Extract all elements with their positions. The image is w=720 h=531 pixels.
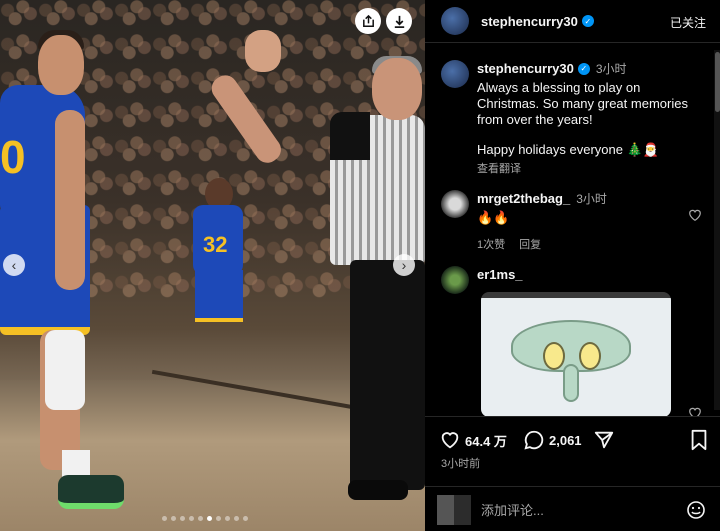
post-side-panel: stephencurry30 ✓ 已关注 stephencurry30 ✓ 3小时 …: [425, 0, 720, 531]
verified-badge-icon: ✓: [581, 15, 594, 27]
carousel-dot: [171, 516, 176, 521]
chevron-left-icon: ‹: [11, 257, 17, 273]
comment-button[interactable]: 2,061: [523, 429, 582, 451]
player-knee-sleeve: [45, 330, 85, 410]
carousel-dot: [243, 516, 248, 521]
carousel-dot: [216, 516, 221, 521]
background-player-number: 32: [203, 232, 228, 257]
background-player-shorts: [195, 270, 243, 322]
comment-username[interactable]: er1ms_: [477, 267, 523, 282]
share-icon: [362, 14, 374, 27]
comment-body: mrget2thebag_ 3小时 🔥🔥 1次赞 回复: [477, 190, 702, 252]
comments-count: 2,061: [549, 432, 582, 448]
comment-icon: [524, 430, 544, 450]
referee-hand: [245, 30, 281, 72]
author-avatar[interactable]: [441, 7, 469, 35]
post-actions: 64.4 万 2,061 3小时前: [425, 416, 720, 486]
verified-badge-icon: ✓: [577, 62, 590, 75]
comments-scroll-thumb[interactable]: [715, 52, 720, 112]
next-photo-button[interactable]: ›: [393, 254, 415, 276]
player-head: [38, 35, 84, 95]
share-post-button[interactable]: [593, 429, 615, 451]
emoji-button[interactable]: [686, 500, 706, 520]
player-arm: [55, 110, 85, 290]
author-username[interactable]: stephencurry30: [481, 14, 578, 29]
post-caption: stephencurry30 ✓ 3小时 Always a blessing to …: [441, 60, 702, 176]
following-button[interactable]: 已关注: [670, 14, 706, 31]
commenter-avatar[interactable]: [441, 266, 469, 294]
comment-likes[interactable]: 1次赞: [477, 236, 505, 252]
emoji-icon: [687, 501, 705, 519]
referee-shoulder: [330, 112, 370, 160]
current-user-avatar: [437, 495, 471, 525]
add-comment-input[interactable]: [481, 500, 671, 520]
comment-item: er1ms_: [441, 266, 702, 294]
comment-username[interactable]: mrget2thebag_: [477, 191, 570, 206]
carousel-dot: [225, 516, 230, 521]
comment-text: 🔥🔥: [477, 210, 510, 225]
caption-username[interactable]: stephencurry30: [477, 61, 574, 76]
prev-photo-button[interactable]: ‹: [3, 254, 25, 276]
send-icon: [594, 431, 614, 449]
author-avatar[interactable]: [441, 60, 469, 88]
carousel-dot: [234, 516, 239, 521]
likes-count: 64.4 万: [465, 433, 507, 449]
carousel-dots: [162, 516, 248, 521]
comments-list[interactable]: stephencurry30 ✓ 3小时 Always a blessing to …: [425, 44, 720, 416]
posted-time: 3小时前: [441, 458, 481, 470]
bookmark-icon: [691, 429, 707, 451]
comment-time: 3小时: [576, 192, 607, 206]
share-button[interactable]: [355, 8, 381, 34]
player-number: 0: [0, 131, 26, 183]
comment-body: er1ms_: [477, 266, 702, 294]
sticker-nose: [563, 364, 579, 402]
caption-body: stephencurry30 ✓ 3小时 Always a blessing to …: [477, 60, 702, 176]
player-shoe: [58, 475, 124, 509]
sticker-eye: [543, 342, 565, 370]
referee-shoe: [348, 480, 408, 500]
like-comment-heart-icon[interactable]: [688, 406, 702, 416]
comment-item: mrget2thebag_ 3小时 🔥🔥 1次赞 回复: [441, 190, 702, 252]
save-button[interactable]: [689, 429, 709, 451]
download-button[interactable]: [386, 8, 412, 34]
caption-text: Always a blessing to play on Christmas. …: [477, 80, 688, 127]
carousel-dot: [198, 516, 203, 521]
carousel-dot-active: [207, 516, 212, 521]
comment-meta: 1次赞 回复: [477, 236, 702, 252]
post-photo[interactable]: 32 0 ‹ ›: [0, 0, 425, 531]
download-icon: [394, 15, 404, 28]
referee-pants: [350, 260, 425, 490]
like-button[interactable]: 64.4 万: [439, 429, 507, 451]
caption-time: 3小时: [595, 62, 627, 76]
commenter-avatar[interactable]: [441, 190, 469, 218]
comment-sticker-image: [481, 292, 671, 416]
sticker-eye: [579, 342, 601, 370]
like-comment-heart-icon[interactable]: [688, 208, 702, 222]
comment-composer: [425, 486, 720, 531]
carousel-dot: [162, 516, 167, 521]
chevron-right-icon: ›: [401, 257, 407, 273]
heart-icon: [441, 432, 459, 449]
referee-head: [372, 58, 422, 120]
caption-text-2: Happy holidays everyone 🎄🎅: [477, 142, 659, 157]
translate-link[interactable]: 查看翻译: [477, 160, 702, 176]
carousel-dot: [180, 516, 185, 521]
carousel-dot: [189, 516, 194, 521]
reply-button[interactable]: 回复: [519, 236, 541, 252]
post-header: stephencurry30 ✓ 已关注: [425, 0, 720, 43]
